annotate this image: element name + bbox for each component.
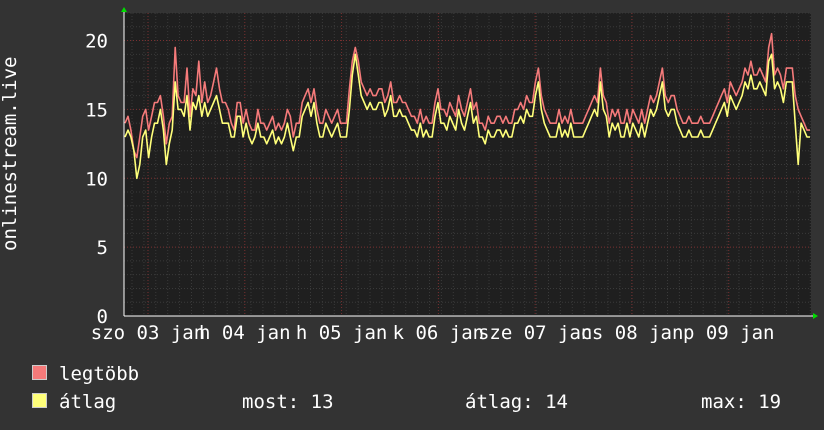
x-tick-label: h 05 jan xyxy=(296,322,388,344)
x-tick-label: h 04 jan xyxy=(199,322,291,344)
y-tick-label: 5 xyxy=(97,237,108,259)
y-axis-arrow xyxy=(121,7,127,12)
stat-now: most: 13 xyxy=(242,391,334,413)
legend-label-avg: átlag xyxy=(59,391,117,413)
stat-avg: átlag: 14 xyxy=(465,391,568,413)
x-tick-label: p 09 jan xyxy=(683,322,775,344)
x-tick-label: cs 08 jan xyxy=(580,322,683,344)
x-tick-label: sze 07 jan xyxy=(478,322,592,344)
legend-label-max: legtöbb xyxy=(59,363,140,385)
y-tick-label: 20 xyxy=(85,31,108,53)
x-tick-label: szo 03 jan xyxy=(91,322,205,344)
y-tick-label: 10 xyxy=(85,168,108,190)
legend-item-max: legtöbb xyxy=(32,363,139,385)
y-axis-label: onlinestream.live xyxy=(0,56,21,251)
legend-swatch-avg xyxy=(32,393,47,408)
x-tick-label: k 06 jan xyxy=(393,322,485,344)
legend-swatch-max xyxy=(32,365,47,380)
y-tick-label: 15 xyxy=(85,99,108,121)
x-axis-arrow xyxy=(813,313,818,319)
stat-max: max: 19 xyxy=(701,391,782,413)
legend-item-avg: átlag xyxy=(32,391,116,413)
